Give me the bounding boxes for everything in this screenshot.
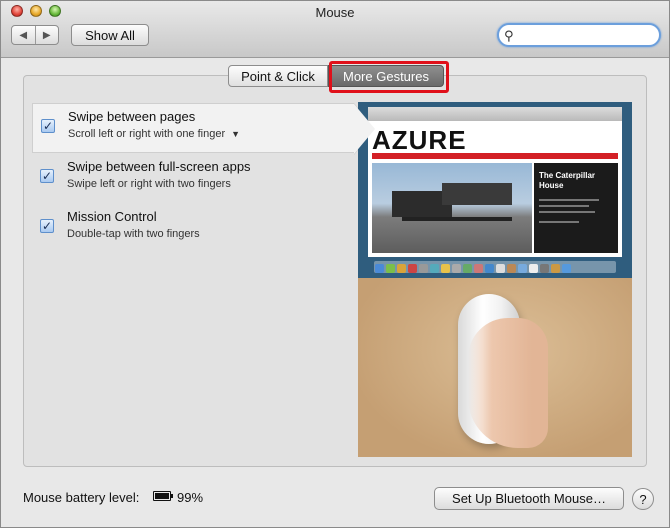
annotation-highlight-box — [329, 61, 449, 93]
battery-label: Mouse battery level: — [23, 490, 140, 505]
house-shape — [442, 183, 512, 205]
preferences-window: Mouse ◀ ▶ Show All ⚲ Point & Click More … — [0, 0, 670, 528]
preview-dock — [374, 261, 616, 273]
back-arrow-icon[interactable]: ◀ — [12, 26, 36, 44]
text-line — [539, 205, 589, 207]
house-shape — [402, 217, 512, 221]
site-nav-bar — [372, 153, 618, 159]
gesture-subtitle: Swipe left or right with two fingers — [67, 178, 231, 190]
gesture-subtitle: Scroll left or right with one finger — [68, 128, 226, 140]
article-sidebar: The Caterpillar House — [534, 163, 618, 253]
gesture-item-mission-control[interactable]: ✓ Mission Control Double-tap with two fi… — [32, 204, 354, 254]
dropdown-arrow-icon[interactable]: ▼ — [231, 129, 240, 139]
text-line — [539, 221, 579, 223]
browser-toolbar — [368, 107, 622, 121]
gesture-item-swipe-fullscreen[interactable]: ✓ Swipe between full-screen apps Swipe l… — [32, 154, 354, 204]
search-field[interactable]: ⚲ — [497, 23, 661, 47]
swipe-pages-checkbox[interactable]: ✓ — [41, 119, 55, 133]
set-up-bluetooth-mouse-button[interactable]: Set Up Bluetooth Mouse… — [434, 487, 624, 510]
gesture-preview-video: AZURE The Caterpillar House — [358, 102, 632, 457]
battery-icon — [153, 491, 173, 501]
window-title: Mouse — [315, 5, 355, 20]
gesture-title: Swipe between pages — [68, 109, 196, 124]
gesture-title: Swipe between full-screen apps — [67, 159, 251, 174]
search-input[interactable] — [519, 27, 659, 45]
article-headline: The Caterpillar House — [539, 171, 596, 190]
gesture-title: Mission Control — [67, 209, 157, 224]
mission-control-checkbox[interactable]: ✓ — [40, 219, 54, 233]
back-forward-control: ◀ ▶ — [11, 25, 59, 45]
gesture-subtitle-dropdown[interactable]: Scroll left or right with one finger ▼ — [68, 128, 240, 140]
help-button[interactable]: ? — [632, 488, 654, 510]
text-line — [539, 211, 595, 213]
site-logo: AZURE — [372, 125, 467, 155]
magnifier-icon: ⚲ — [504, 28, 514, 43]
preview-screen: AZURE The Caterpillar House — [358, 102, 632, 278]
show-all-button[interactable]: Show All — [71, 24, 149, 46]
forward-arrow-icon[interactable]: ▶ — [36, 26, 59, 44]
swipe-fullscreen-checkbox[interactable]: ✓ — [40, 169, 54, 183]
text-line — [539, 199, 599, 201]
battery-value: 99% — [177, 490, 204, 505]
title-bar: Mouse ◀ ▶ Show All ⚲ — [1, 1, 669, 58]
tab-point-and-click[interactable]: Point & Click — [228, 65, 328, 87]
gesture-subtitle: Double-tap with two fingers — [67, 228, 200, 240]
article-photo — [372, 163, 532, 253]
gesture-item-swipe-pages[interactable]: ✓ Swipe between pages Scroll left or rig… — [32, 103, 376, 155]
hand-image — [468, 318, 548, 448]
preview-browser: AZURE The Caterpillar House — [368, 107, 622, 257]
preview-hand-on-mouse — [358, 278, 632, 457]
